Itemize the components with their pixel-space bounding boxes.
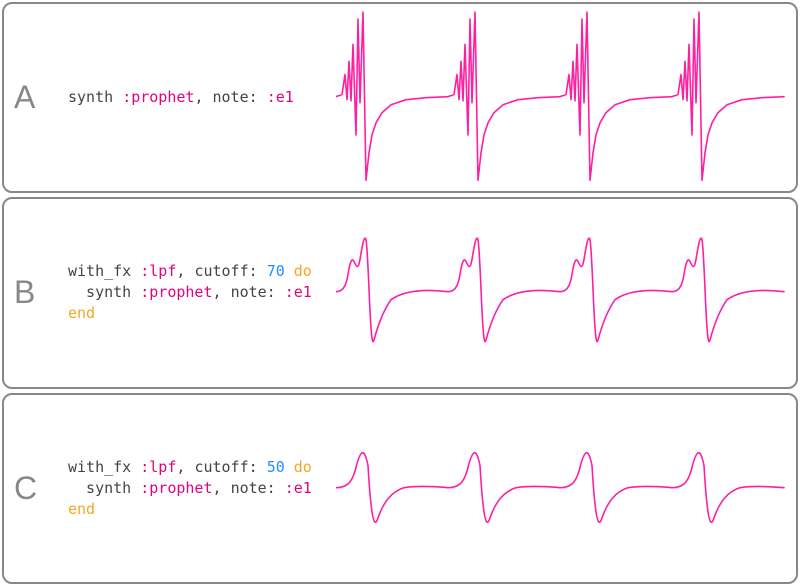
panel-c-label: C bbox=[14, 470, 64, 507]
waveform-path bbox=[336, 452, 784, 522]
waveform-svg bbox=[336, 199, 796, 386]
panel-a-label: A bbox=[14, 79, 64, 116]
panel-b-code: with_fx :lpf, cutoff: 70 do synth :proph… bbox=[68, 261, 312, 324]
panel-c-waveform bbox=[336, 395, 796, 582]
panel-c-code: with_fx :lpf, cutoff: 50 do synth :proph… bbox=[68, 457, 312, 520]
waveform-svg bbox=[336, 4, 796, 191]
panel-b: B with_fx :lpf, cutoff: 70 do synth :pro… bbox=[2, 197, 798, 388]
diagram-container: A synth :prophet, note: :e1 B with_fx :l… bbox=[0, 0, 800, 586]
panel-c: C with_fx :lpf, cutoff: 50 do synth :pro… bbox=[2, 393, 798, 584]
panel-a: A synth :prophet, note: :e1 bbox=[2, 2, 798, 193]
waveform-svg bbox=[336, 395, 796, 582]
waveform-path bbox=[336, 239, 784, 342]
panel-a-waveform bbox=[336, 4, 796, 191]
waveform-path bbox=[336, 12, 784, 180]
panel-a-code: synth :prophet, note: :e1 bbox=[68, 87, 294, 108]
panel-b-label: B bbox=[14, 274, 64, 311]
panel-b-waveform bbox=[336, 199, 796, 386]
